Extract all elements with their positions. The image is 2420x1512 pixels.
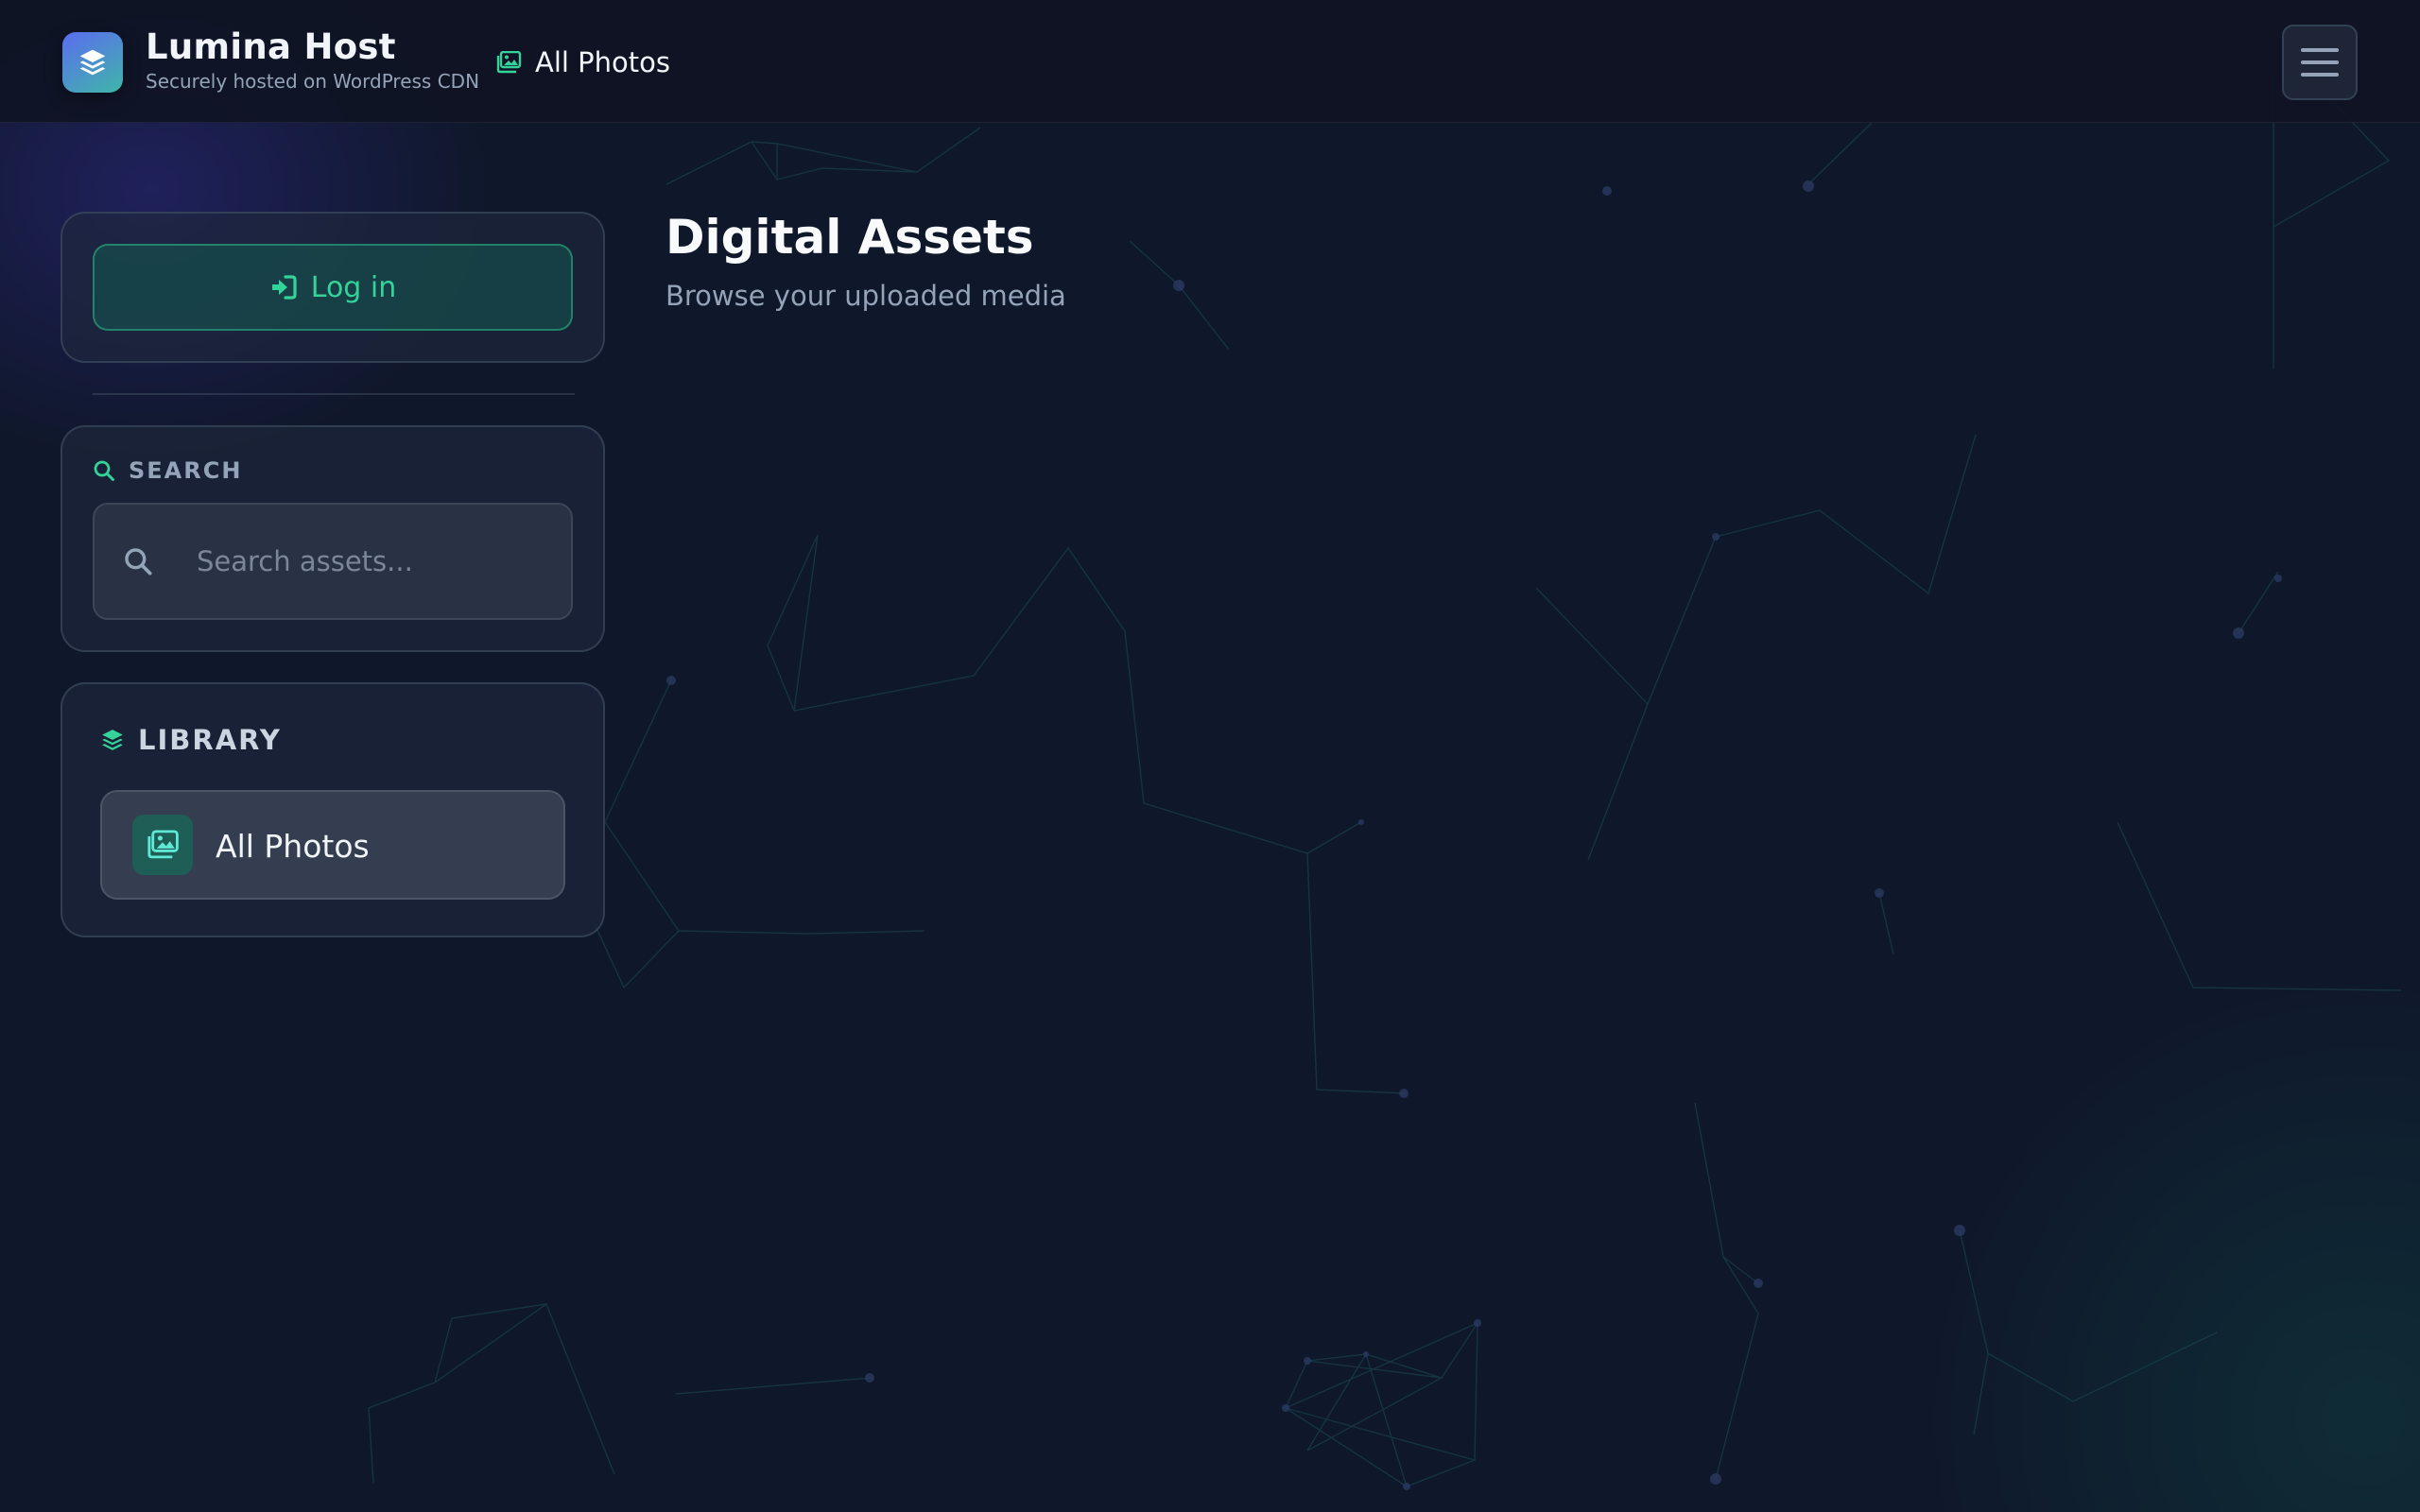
search-icon [94, 460, 114, 481]
top-bar: Lumina Host Securely hosted on WordPress… [0, 0, 2420, 123]
hamburger-menu-icon [2301, 48, 2339, 52]
page-title: Digital Assets [666, 210, 1034, 265]
nav-all-photos[interactable]: All Photos [495, 43, 670, 81]
search-box[interactable] [93, 503, 573, 620]
library-section-heading: LIBRARY [100, 724, 282, 756]
search-input[interactable] [195, 505, 554, 618]
hamburger-menu-icon-bar [2301, 60, 2339, 64]
layers-icon [102, 730, 123, 750]
library-item-label: All Photos [216, 828, 370, 865]
layers-icon [79, 49, 106, 76]
search-section-heading: SEARCH [93, 457, 242, 484]
images-icon [147, 830, 179, 859]
login-card: Log in [60, 212, 605, 363]
library-card: LIBRARY All Photos [60, 682, 605, 937]
nav-all-photos-label: All Photos [535, 46, 671, 78]
app-root: Lumina Host Securely hosted on WordPress… [0, 0, 2420, 1512]
library-heading-label: LIBRARY [138, 724, 282, 756]
sign-in-icon [271, 275, 297, 300]
app-tagline: Securely hosted on WordPress CDN [146, 70, 480, 93]
search-input-icon [125, 548, 152, 576]
library-item-icon-tile [132, 815, 193, 875]
login-button-label: Log in [310, 270, 397, 304]
images-icon [496, 51, 522, 74]
library-item-all-photos[interactable]: All Photos [100, 790, 565, 900]
search-heading-label: SEARCH [129, 457, 243, 484]
sidebar-divider [93, 393, 575, 395]
app-logo[interactable] [62, 32, 123, 93]
login-button[interactable]: Log in [93, 244, 573, 331]
search-card: SEARCH [60, 425, 605, 652]
page-subtitle: Browse your uploaded media [666, 280, 1066, 312]
hamburger-menu-icon-bar [2301, 73, 2339, 77]
app-name: Lumina Host [146, 26, 396, 67]
hamburger-menu-button[interactable] [2282, 25, 2358, 100]
